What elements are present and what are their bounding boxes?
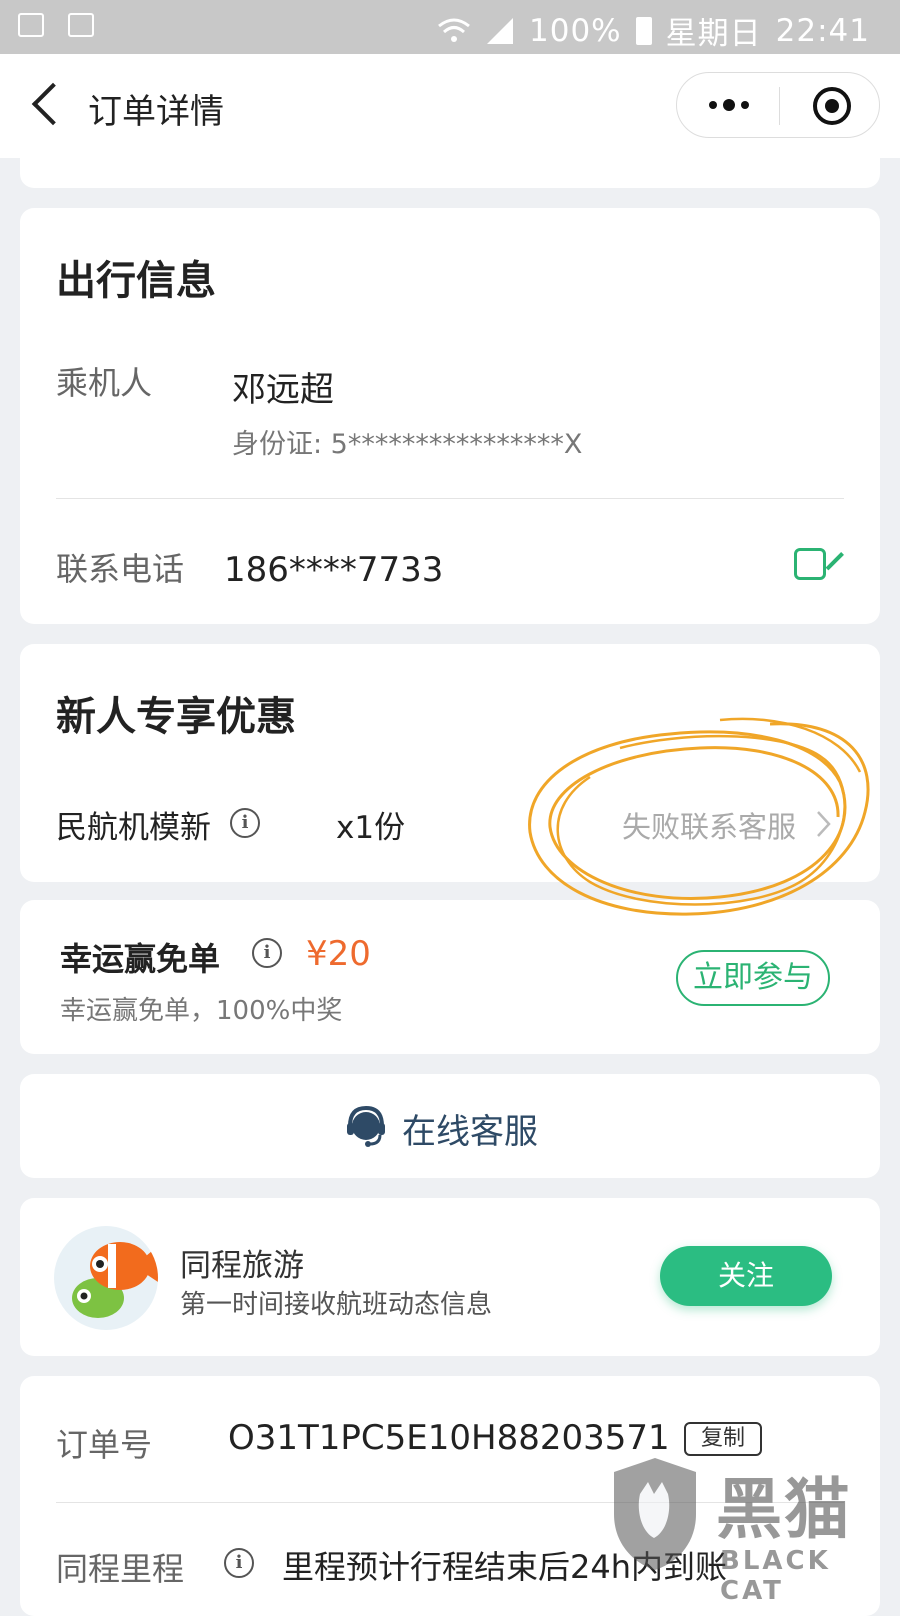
tongcheng-logo	[54, 1226, 158, 1330]
back-arrow-icon[interactable]	[31, 82, 75, 126]
promo-title: 新人专享优惠	[56, 694, 296, 740]
phone-label: 联系电话	[56, 550, 185, 588]
signal-icon	[487, 17, 514, 44]
wifi-icon	[438, 18, 470, 42]
copy-button[interactable]: 复制	[684, 1422, 762, 1456]
lucky-card: 幸运赢免单 i ¥20 幸运赢免单，100%中奖 立即参与	[20, 900, 880, 1054]
info-icon[interactable]: i	[224, 1548, 254, 1578]
page-title: 订单详情	[88, 92, 224, 132]
follow-desc: 第一时间接收航班动态信息	[180, 1290, 493, 1320]
promo-status[interactable]: 失败联系客服	[622, 804, 796, 846]
previous-card	[20, 150, 880, 188]
promo-quantity: x1份	[336, 810, 406, 846]
divider	[56, 498, 844, 499]
capsule-divider	[779, 87, 780, 125]
info-icon[interactable]: i	[252, 938, 282, 968]
follow-card: 同程旅游 第一时间接收航班动态信息 关注	[20, 1198, 880, 1356]
edit-phone-icon[interactable]	[794, 548, 826, 580]
follow-name: 同程旅游	[180, 1248, 304, 1284]
online-service-card[interactable]: 在线客服	[20, 1074, 880, 1178]
blackcat-shield-icon	[614, 1458, 696, 1570]
order-number-label: 订单号	[56, 1426, 153, 1464]
status-day: 星期日	[665, 16, 762, 52]
promo-card: 新人专享优惠 民航机模新 i x1份 失败联系客服	[20, 644, 880, 882]
lucky-price: ¥20	[306, 934, 371, 974]
lucky-title: 幸运赢免单	[60, 940, 221, 978]
watermark-en: BLACK CAT	[720, 1546, 831, 1606]
blackcat-watermark: 黑猫 BLACK CAT	[610, 1454, 890, 1606]
nav-bar: 订单详情	[0, 54, 900, 158]
travel-info-title: 出行信息	[56, 258, 216, 304]
mileage-label: 同程里程	[56, 1550, 185, 1588]
lucky-desc: 幸运赢免单，100%中奖	[60, 996, 343, 1026]
close-miniprogram-icon[interactable]	[813, 87, 851, 125]
chevron-right-icon	[817, 811, 831, 837]
status-bar: 100% 星期日 22:41	[0, 0, 900, 54]
gallery-notification-icon	[18, 13, 44, 37]
battery-icon	[635, 16, 652, 45]
follow-button[interactable]: 关注	[660, 1246, 832, 1306]
watermark-cn: 黑猫	[716, 1471, 852, 1548]
online-service-label: 在线客服	[402, 1112, 538, 1152]
passenger-id: 身份证: 5****************X	[232, 429, 583, 460]
info-icon[interactable]: i	[230, 808, 260, 838]
join-button[interactable]: 立即参与	[676, 950, 830, 1006]
passenger-name: 邓远超	[232, 370, 334, 410]
travel-info-card: 出行信息 乘机人 邓远超 身份证: 5****************X 联系电…	[20, 208, 880, 624]
phone-value: 186****7733	[224, 550, 444, 590]
headset-icon	[347, 1106, 385, 1147]
order-number-value: O31T1PC5E10H88203571	[228, 1418, 670, 1458]
miniprogram-capsule	[676, 72, 880, 138]
mail-notification-icon	[68, 13, 94, 37]
promo-item-name: 民航机模新	[56, 810, 211, 846]
battery-percent: 100%	[529, 12, 622, 49]
status-time: 22:41	[775, 12, 870, 49]
more-options-icon[interactable]	[709, 99, 749, 111]
passenger-label: 乘机人	[56, 364, 153, 402]
